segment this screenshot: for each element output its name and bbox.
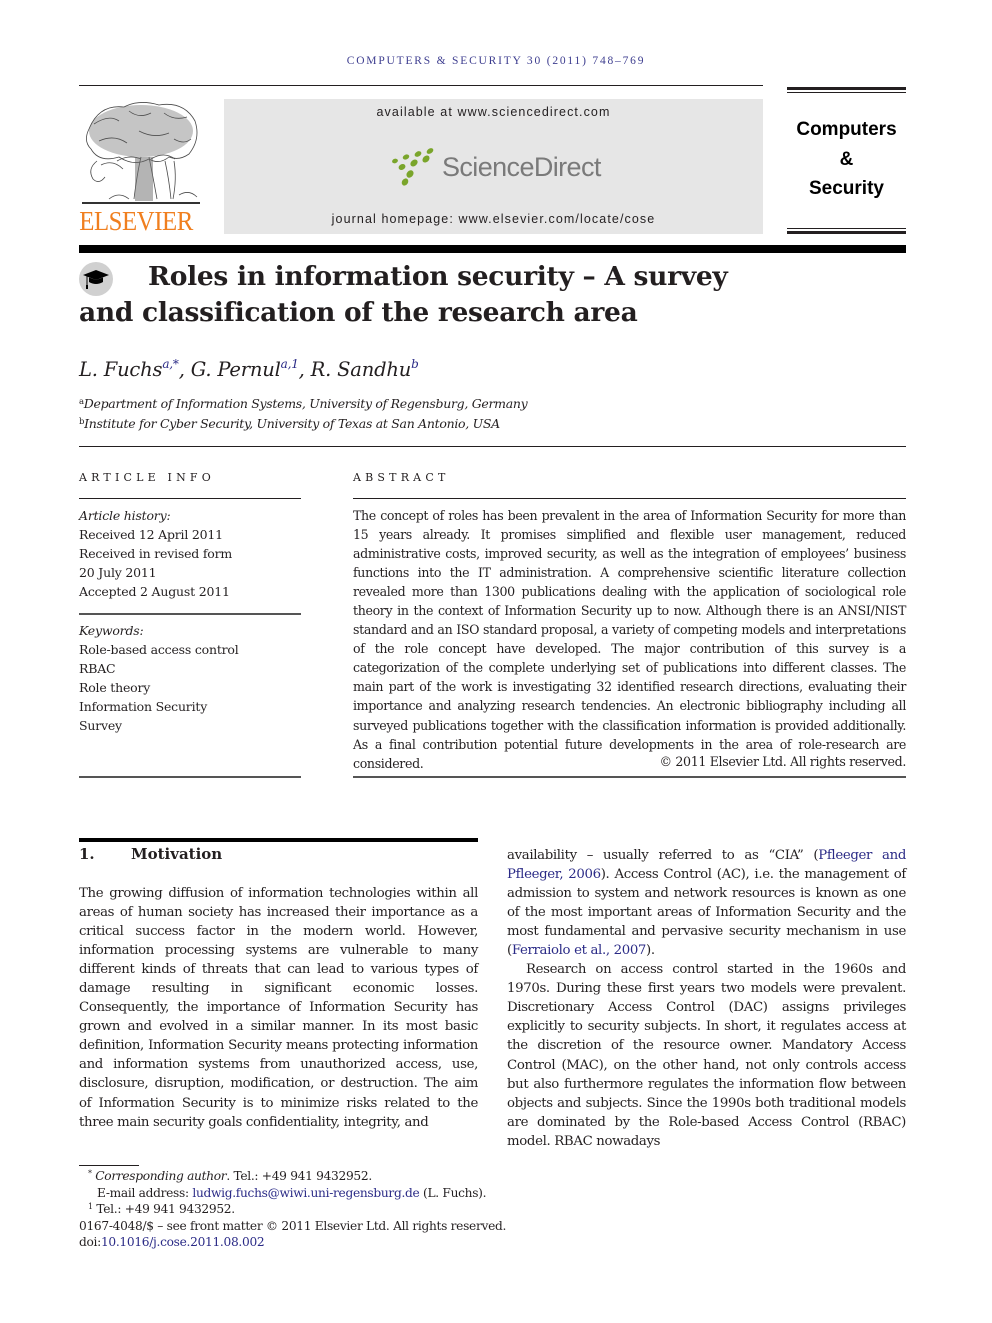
abstract-heading: ABSTRACT	[353, 471, 450, 484]
journal-homepage-text[interactable]: journal homepage: www.elsevier.com/locat…	[224, 212, 763, 226]
article-history-label: Article history:	[79, 508, 171, 523]
keyword-item: Role theory	[79, 680, 151, 695]
footnote-label: Corresponding author	[95, 1169, 227, 1183]
author-name: L. Fuchs	[79, 358, 163, 381]
sciencedirect-dots-icon	[392, 148, 434, 186]
body-text: ).	[646, 943, 655, 959]
author-name: G. Pernul	[190, 358, 281, 381]
footnote-text: E-mail address:	[97, 1185, 193, 1200]
doi-label: doi:	[79, 1235, 101, 1250]
journal-box-rule-bottom-thin	[787, 228, 906, 229]
keyword-item: Survey	[79, 718, 122, 733]
running-head: COMPUTERS & SECURITY 30 (2011) 748–769	[346, 55, 646, 67]
journal-box-rule-bottom-thick	[787, 231, 906, 234]
keywords: Keywords: Role-based access control RBAC…	[79, 621, 301, 735]
footnote-text: Tel.: +49 941 9432952.	[92, 1202, 235, 1217]
body-column-left: The growing diffusion of information tec…	[79, 884, 478, 1132]
email-link[interactable]: ludwig.fuchs@wiwi.uni-regensburg.de	[192, 1186, 419, 1200]
affiliation: aDepartment of Information Systems, Univ…	[79, 396, 528, 411]
article-info-rule	[79, 776, 301, 778]
body-paragraph: Research on access control started in th…	[507, 962, 906, 1149]
journal-name: Computers & Security	[787, 115, 906, 204]
article-title: Roles in information security – A survey…	[79, 261, 728, 328]
history-item: Received in revised form	[79, 546, 233, 561]
section-rule	[79, 838, 478, 842]
history-item: Received 12 April 2011	[79, 527, 223, 542]
doi-link[interactable]: 10.1016/j.cose.2011.08.002	[101, 1235, 265, 1249]
journal-name-line: Computers	[796, 119, 897, 140]
title-divider	[79, 446, 906, 447]
affiliation: bInstitute for Cyber Security, Universit…	[79, 416, 500, 431]
footnote-1: 1 Tel.: +49 941 9432952.	[79, 1201, 579, 1218]
sciencedirect-banner: available at www.sciencedirect.com Scien…	[224, 99, 763, 234]
affiliation-text: Institute for Cyber Security, University…	[84, 416, 500, 431]
abstract-text: The concept of roles has been prevalent …	[353, 508, 906, 771]
footnote-corresponding: * Corresponding author. Tel.: +49 941 94…	[79, 1168, 579, 1185]
author-name: R. Sandhu	[310, 358, 412, 381]
author-affiliation-link[interactable]: a,*	[162, 357, 179, 371]
history-item: Accepted 2 August 2011	[79, 584, 230, 599]
elsevier-wordmark: ELSEVIER	[79, 206, 193, 236]
front-matter: 0167-4048/$ – see front matter © 2011 El…	[79, 1218, 507, 1233]
keyword-item: Role-based access control	[79, 642, 239, 657]
body-text: availability – usually referred to as “C…	[507, 848, 819, 863]
article-info-rule	[79, 498, 301, 499]
author-list: L. Fuchsa,*, G. Pernula,1, R. Sandhub	[79, 357, 419, 381]
footnote-text: . Tel.: +49 941 9432952.	[226, 1169, 372, 1183]
affiliation-text: Department of Information Systems, Unive…	[83, 396, 528, 411]
section-title: Motivation	[131, 845, 223, 863]
author-affiliation-link[interactable]: b	[411, 357, 419, 371]
journal-name-line: &	[839, 148, 854, 170]
body-paragraph: availability – usually referred to as “C…	[507, 846, 906, 960]
footnotes: * Corresponding author. Tel.: +49 941 94…	[79, 1168, 579, 1251]
sciencedirect-wordmark: ScienceDirect	[442, 152, 601, 182]
footnote-mark: *	[88, 1169, 92, 1178]
article-info-heading: ARTICLE INFO	[79, 471, 215, 484]
journal-box-rule-top-thick	[787, 87, 906, 90]
body-column-right: availability – usually referred to as “C…	[507, 846, 906, 1151]
article-info-rule	[79, 613, 301, 615]
elsevier-tree-icon	[82, 102, 200, 204]
sciencedirect-logo[interactable]: ScienceDirect	[390, 147, 601, 187]
journal-name-line: Security	[809, 178, 884, 199]
journal-box-rule-top-thin	[787, 92, 906, 93]
elsevier-logo: ELSEVIER	[79, 99, 203, 235]
keyword-item: Information Security	[79, 699, 208, 714]
author-affiliation-link[interactable]: a,1	[281, 357, 299, 371]
header-rule	[79, 85, 763, 86]
keywords-label: Keywords:	[79, 623, 144, 638]
doi-line: doi:10.1016/j.cose.2011.08.002	[79, 1234, 579, 1251]
footnote-rule	[79, 1165, 139, 1166]
article-history: Article history: Received 12 April 2011 …	[79, 506, 301, 601]
abstract-rule	[353, 498, 906, 499]
keyword-item: RBAC	[79, 661, 116, 676]
history-item: 20 July 2011	[79, 565, 157, 580]
body-paragraph: The growing diffusion of information tec…	[79, 886, 478, 1130]
section-number: 1.	[79, 845, 95, 863]
abstract-rule	[353, 776, 906, 778]
abstract-copyright: © 2011 Elsevier Ltd. All rights reserved…	[659, 754, 907, 769]
available-at-text: available at www.sciencedirect.com	[376, 105, 611, 119]
masthead-bar	[79, 245, 906, 253]
section-heading: 1. Motivation	[79, 845, 222, 863]
footnote-text: (L. Fuchs).	[419, 1185, 487, 1200]
footnote-email: E-mail address: ludwig.fuchs@wiwi.uni-re…	[79, 1185, 579, 1202]
citation-link[interactable]: Ferraiolo et al., 2007	[512, 943, 647, 958]
